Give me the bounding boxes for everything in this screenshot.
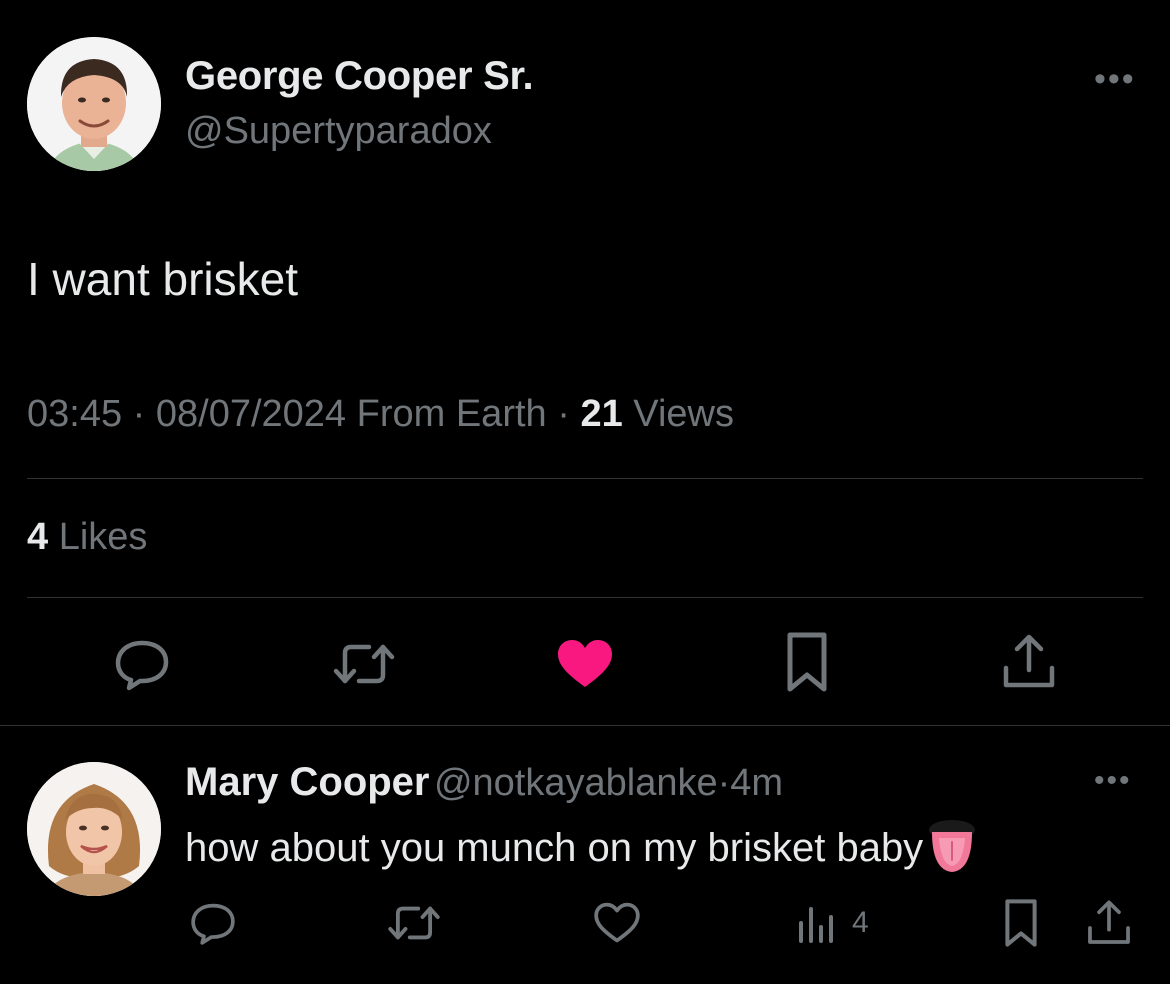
reply-like-button[interactable]: [590, 898, 644, 948]
meta-separator: ·: [132, 393, 146, 435]
reply-reply-button[interactable]: [186, 898, 240, 948]
bookmark-button[interactable]: [776, 630, 838, 694]
reply-header: Mary Cooper @notkayablanke·4m: [185, 760, 783, 805]
reply-separator: ·: [717, 762, 731, 804]
retweet-icon: [333, 644, 395, 684]
likes-label: Likes: [58, 516, 148, 558]
divider: [27, 478, 1143, 479]
author-avatar[interactable]: [27, 37, 161, 171]
reply-views-button[interactable]: 4: [796, 898, 896, 948]
reply-share-button[interactable]: [1082, 896, 1136, 950]
reply-author-name[interactable]: Mary Cooper: [185, 760, 430, 804]
reply-age[interactable]: 4m: [730, 762, 783, 804]
tweet-date[interactable]: 08/07/2024: [156, 393, 346, 435]
author-name[interactable]: George Cooper Sr.: [185, 54, 534, 99]
more-options-button[interactable]: •••: [1094, 62, 1136, 96]
retweet-button[interactable]: [328, 634, 400, 694]
heart-filled-icon: [558, 640, 612, 687]
likes-summary[interactable]: 4 Likes: [27, 516, 147, 559]
reply-icon: [191, 903, 235, 945]
reply-retweet-button[interactable]: [384, 898, 444, 948]
share-icon: [1088, 900, 1130, 944]
reply-author-handle[interactable]: @notkayablanke: [434, 762, 718, 804]
share-button[interactable]: [998, 630, 1060, 694]
reply-text-row: how about you munch on my brisket baby: [185, 820, 977, 876]
meta-separator: ·: [557, 393, 570, 435]
tweet-time[interactable]: 03:45: [27, 393, 122, 435]
heart-outline-icon: [594, 902, 640, 943]
reply-author-avatar[interactable]: [27, 762, 161, 896]
tweet-text: I want brisket: [27, 253, 298, 305]
tweet-meta: 03:45 · 08/07/2024 From Earth · 21 Views: [27, 393, 734, 436]
like-button[interactable]: [552, 634, 618, 694]
reply-text: how about you munch on my brisket baby: [185, 825, 924, 870]
reply-more-options-button[interactable]: •••: [1094, 766, 1132, 796]
divider: [27, 597, 1143, 598]
views-label: Views: [633, 393, 734, 435]
more-icon: •••: [1094, 764, 1132, 797]
views-chart-icon: [799, 907, 833, 943]
divider: [0, 725, 1170, 726]
author-handle[interactable]: @Supertyparadox: [185, 110, 492, 153]
reply-button[interactable]: [110, 634, 174, 694]
tongue-emoji-icon: [929, 820, 976, 872]
views-count: 21: [580, 393, 623, 435]
reply-bookmark-button[interactable]: [996, 896, 1046, 950]
retweet-icon: [388, 906, 440, 940]
tweet-source: From Earth: [356, 393, 547, 435]
reply-views-count: 4: [852, 906, 869, 939]
bookmark-icon: [787, 632, 827, 692]
bookmark-icon: [1005, 899, 1037, 947]
reply-icon: [115, 640, 169, 691]
likes-count: 4: [27, 516, 49, 558]
share-icon: [1003, 634, 1055, 688]
more-icon: •••: [1094, 60, 1136, 98]
